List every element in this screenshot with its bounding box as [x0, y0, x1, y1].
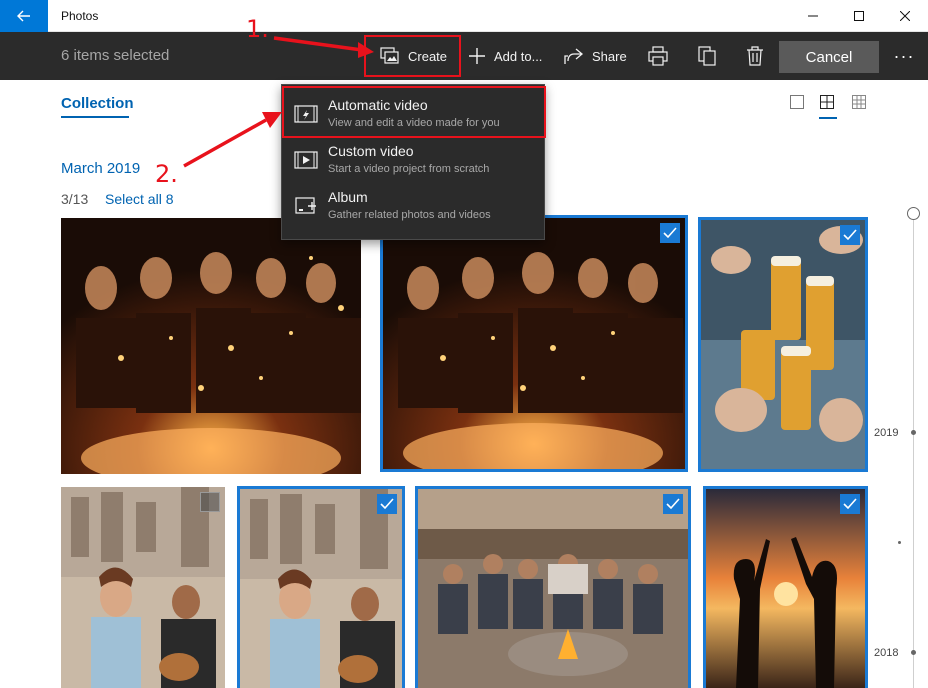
- delete-button[interactable]: [746, 32, 764, 80]
- close-icon: [900, 11, 910, 21]
- back-button[interactable]: [0, 0, 48, 32]
- step-1-label: 1.: [246, 15, 269, 43]
- album-icon: [295, 197, 316, 214]
- photo-tile[interactable]: [237, 486, 405, 688]
- maximize-button[interactable]: [836, 0, 882, 32]
- sunset-highfive-photo: [706, 489, 865, 688]
- print-button[interactable]: [648, 32, 668, 80]
- timeline-year[interactable]: 2019: [874, 427, 898, 439]
- menu-item-album[interactable]: Album Gather related photos and videos: [282, 183, 544, 229]
- menu-item-subtitle: Start a video project from scratch: [328, 163, 490, 175]
- title-bar: Photos: [0, 0, 928, 32]
- photo-tile[interactable]: [698, 217, 868, 472]
- tab-collection[interactable]: Collection: [61, 95, 134, 112]
- checkmark-icon: [666, 498, 680, 510]
- copy-button[interactable]: [698, 32, 716, 80]
- menu-item-subtitle: Gather related photos and videos: [328, 209, 491, 221]
- beer-toast-photo: [701, 220, 865, 469]
- share-icon: [564, 48, 584, 64]
- share-button[interactable]: Share: [564, 32, 627, 80]
- automatic-video-highlight-box: [282, 86, 546, 138]
- medium-tiles-icon: [820, 95, 834, 109]
- photo-tile[interactable]: [415, 486, 691, 688]
- photo-tile[interactable]: [703, 486, 868, 688]
- trash-icon: [747, 46, 763, 66]
- selection-count: 6 items selected: [61, 47, 170, 64]
- menu-item-title: Custom video: [328, 143, 414, 159]
- photo-tile[interactable]: [61, 218, 361, 474]
- menu-item-custom-video[interactable]: Custom video Start a video project from …: [282, 137, 544, 183]
- sparklers-photo: [61, 218, 361, 474]
- add-to-label: Add to...: [494, 48, 543, 64]
- print-icon: [648, 46, 668, 66]
- view-medium-button[interactable]: [820, 95, 836, 111]
- menu-item-title: Album: [328, 189, 368, 205]
- selected-checkbox[interactable]: [840, 225, 860, 245]
- timeline-dot: [911, 650, 916, 655]
- timeline-dot: [911, 430, 916, 435]
- app-title: Photos: [61, 9, 99, 23]
- timeline-year[interactable]: 2018: [874, 647, 898, 659]
- checkmark-icon: [843, 229, 857, 241]
- step-1-arrow: [273, 36, 374, 58]
- maximize-icon: [854, 11, 864, 21]
- minimize-button[interactable]: [790, 0, 836, 32]
- timeline-dot: [898, 541, 901, 544]
- timeline-track[interactable]: [913, 220, 914, 688]
- guitar-couple-photo: [61, 487, 225, 688]
- checkmark-icon: [380, 498, 394, 510]
- photo-tile[interactable]: [380, 215, 688, 472]
- cancel-button[interactable]: Cancel: [779, 41, 879, 73]
- selected-checkbox[interactable]: [840, 494, 860, 514]
- add-to-button[interactable]: Add to...: [468, 32, 542, 80]
- minimize-icon: [808, 15, 818, 17]
- more-options-button[interactable]: ···: [886, 32, 922, 80]
- guitar-couple-photo: [240, 489, 402, 688]
- step-2-label: 2.: [155, 160, 178, 188]
- close-button[interactable]: [882, 0, 928, 32]
- unselected-checkbox[interactable]: [200, 492, 220, 512]
- share-label: Share: [592, 48, 627, 64]
- checkmark-icon: [663, 227, 677, 239]
- large-tiles-icon: [790, 95, 804, 109]
- photo-tile[interactable]: [61, 487, 225, 688]
- selection-fraction: 3/13: [61, 191, 89, 207]
- view-large-button[interactable]: [790, 95, 806, 111]
- select-all-link[interactable]: Select all 8: [105, 191, 173, 207]
- back-arrow-icon: [17, 10, 30, 22]
- checkmark-icon: [843, 498, 857, 510]
- view-small-button[interactable]: [852, 95, 868, 111]
- month-heading[interactable]: March 2019: [61, 160, 140, 177]
- selected-checkbox[interactable]: [377, 494, 397, 514]
- step-2-arrow: [183, 112, 282, 168]
- selected-checkbox[interactable]: [660, 223, 680, 243]
- plus-icon: [469, 48, 485, 64]
- copy-icon: [698, 46, 716, 66]
- sparklers-photo: [383, 218, 685, 469]
- view-selected-underline: [819, 117, 837, 119]
- custom-video-icon: [294, 151, 318, 169]
- small-tiles-icon: [852, 95, 866, 109]
- tab-underline: [61, 116, 129, 118]
- timeline-knob[interactable]: [907, 207, 920, 220]
- selected-checkbox[interactable]: [663, 494, 683, 514]
- campfire-friends-photo: [418, 489, 688, 688]
